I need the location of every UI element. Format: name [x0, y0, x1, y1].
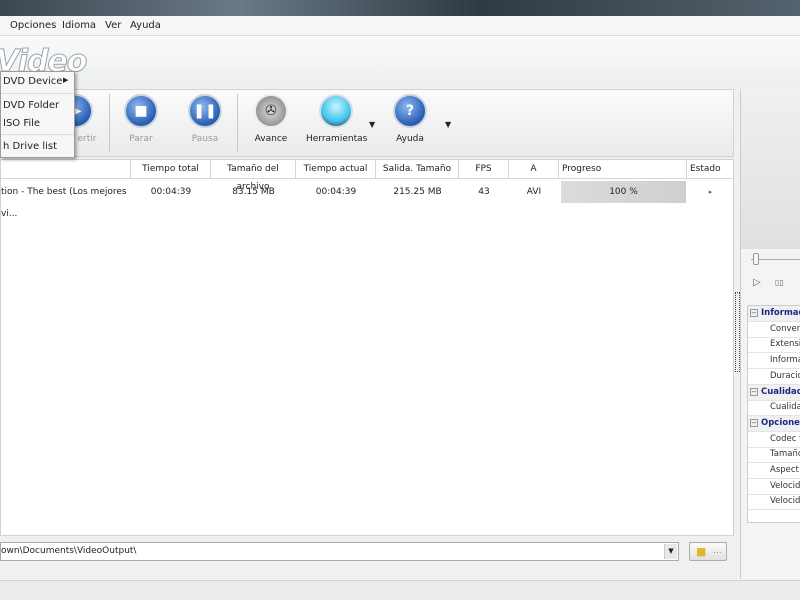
property-label: Cualidad	[761, 386, 800, 397]
stop-button[interactable]: ■ Parar	[121, 94, 161, 144]
menu-ayuda[interactable]: Ayuda	[130, 20, 161, 31]
menu-item-dvd-device[interactable]: DVD Device	[3, 76, 62, 87]
seek-slider[interactable]	[753, 253, 759, 265]
cell-format: AVI	[526, 187, 542, 197]
property-label: Duracio	[770, 370, 800, 381]
tools-button[interactable]: Herramientas	[306, 94, 367, 144]
conversion-table: Tiempo total Tamaño del archivo Tiempo a…	[0, 159, 734, 536]
menu-item-iso-file[interactable]: ISO File	[3, 118, 40, 129]
help-dropdown-icon[interactable]: ▼	[445, 120, 451, 129]
collapse-icon[interactable]: −	[750, 418, 758, 427]
menu-opciones[interactable]: Opciones	[10, 20, 56, 31]
property-label: Velocid	[770, 496, 800, 507]
banner: Video	[0, 36, 800, 86]
property-label: Aspect	[770, 465, 799, 475]
toolbar: ▶ ertir ■ Parar ❚❚ Pausa ✇ Avance Herramient…	[0, 89, 734, 157]
property-label: Codec v	[770, 433, 800, 444]
pause-button[interactable]: ❚❚ Pausa	[185, 94, 225, 144]
output-path-combo[interactable]: own\Documents\VideoOutput\ ▼	[0, 542, 679, 561]
property-label: Velocid	[770, 480, 800, 491]
property-category[interactable]: − Informac	[748, 306, 800, 322]
menu-item-dvd-folder[interactable]: DVD Folder	[3, 100, 59, 111]
property-row[interactable]: Informa	[748, 353, 800, 370]
cell-fps: 43	[478, 187, 490, 197]
collapse-icon[interactable]: −	[750, 387, 758, 396]
play-icon[interactable]: ▷	[753, 277, 761, 288]
property-label: Informac	[761, 308, 800, 318]
property-row[interactable]: Duracio	[748, 369, 800, 385]
separator	[237, 94, 238, 152]
property-row[interactable]: Extensio	[748, 337, 800, 354]
film-reel-icon: ✇	[254, 94, 288, 128]
progress-label: 100 %	[609, 187, 638, 197]
col-file-size[interactable]: Tamaño del archivo	[211, 160, 296, 192]
property-label: Convert	[770, 323, 800, 334]
pause-icon: ❚❚	[188, 94, 222, 128]
cell-file-size: 83.15 MB	[232, 187, 275, 197]
col-output-size[interactable]: Salida. Tamaño	[376, 160, 459, 179]
help-icon: ?	[393, 94, 427, 128]
cell-output-size: 215.25 MB	[393, 187, 442, 197]
property-row[interactable]: Velocid	[748, 494, 800, 511]
menu-separator	[1, 134, 74, 135]
tools-dropdown-icon[interactable]: ▼	[369, 120, 375, 129]
col-format[interactable]: A	[509, 160, 559, 179]
property-label: Tamaño	[770, 449, 800, 460]
help-button[interactable]: ? Ayuda	[390, 94, 430, 144]
menu-bar: Opciones Idioma Ver Ayuda	[0, 16, 800, 36]
status-bar	[0, 580, 800, 600]
separator	[109, 94, 110, 152]
property-label: Opciones	[761, 417, 800, 428]
col-status[interactable]: Estado	[687, 160, 734, 179]
stop-icon: ■	[124, 94, 158, 128]
preview-button[interactable]: ✇ Avance	[249, 94, 293, 144]
right-panel: ▷ ▯▯ −InformacConvertExtensioInformaDura…	[740, 89, 800, 579]
browse-button[interactable]: ■ ...	[689, 542, 727, 561]
menu-idioma[interactable]: Idioma	[62, 20, 96, 31]
video-preview	[741, 89, 800, 249]
menu-ver[interactable]: Ver	[105, 20, 121, 31]
property-row[interactable]: Velocid	[748, 479, 800, 495]
collapse-icon[interactable]: −	[750, 309, 758, 317]
folder-icon: ■	[696, 545, 707, 558]
col-current-time[interactable]: Tiempo actual	[296, 160, 376, 179]
property-label: Cualidad	[770, 402, 800, 413]
property-category[interactable]: − Cualidad	[748, 384, 800, 401]
property-row[interactable]: Codec v	[748, 432, 800, 448]
property-row[interactable]: Convert	[748, 322, 800, 338]
progress-bar: 100 %	[561, 181, 686, 203]
col-progress[interactable]: Progreso	[559, 160, 687, 179]
output-path-value: own\Documents\VideoOutput\	[1, 546, 137, 556]
property-category[interactable]: −Opciones	[748, 415, 800, 432]
property-grid: −InformacConvertExtensioInformaDuracio−C…	[747, 305, 800, 523]
property-row[interactable]: Aspect	[748, 463, 800, 479]
property-label: Extensio	[770, 339, 800, 350]
col-total-time[interactable]: Tiempo total	[131, 160, 211, 179]
cell-current-time: 00:04:39	[315, 187, 357, 197]
title-bar	[0, 0, 800, 16]
property-row[interactable]: Cualidad	[748, 400, 800, 417]
dropdown-menu: DVD Device ▶ DVD Folder ISO File h Drive…	[0, 71, 75, 158]
col-fps[interactable]: FPS	[459, 160, 509, 179]
browse-dots: ...	[713, 546, 722, 556]
menu-separator	[1, 93, 74, 94]
submenu-arrow-icon: ▶	[63, 76, 69, 84]
tools-icon	[319, 94, 353, 128]
cell-name: tion - The best (Los mejores vi...	[1, 187, 127, 219]
property-row[interactable]: Tamaño	[748, 447, 800, 464]
status-play-icon[interactable]: ▸	[687, 181, 734, 203]
property-label: Informa	[770, 355, 800, 366]
pause-icon[interactable]: ▯▯	[775, 278, 784, 287]
chevron-down-icon[interactable]: ▼	[664, 544, 677, 559]
col-name[interactable]	[1, 160, 131, 179]
menu-item-drive-list[interactable]: h Drive list	[3, 141, 57, 152]
cell-total-time: 00:04:39	[150, 187, 192, 197]
